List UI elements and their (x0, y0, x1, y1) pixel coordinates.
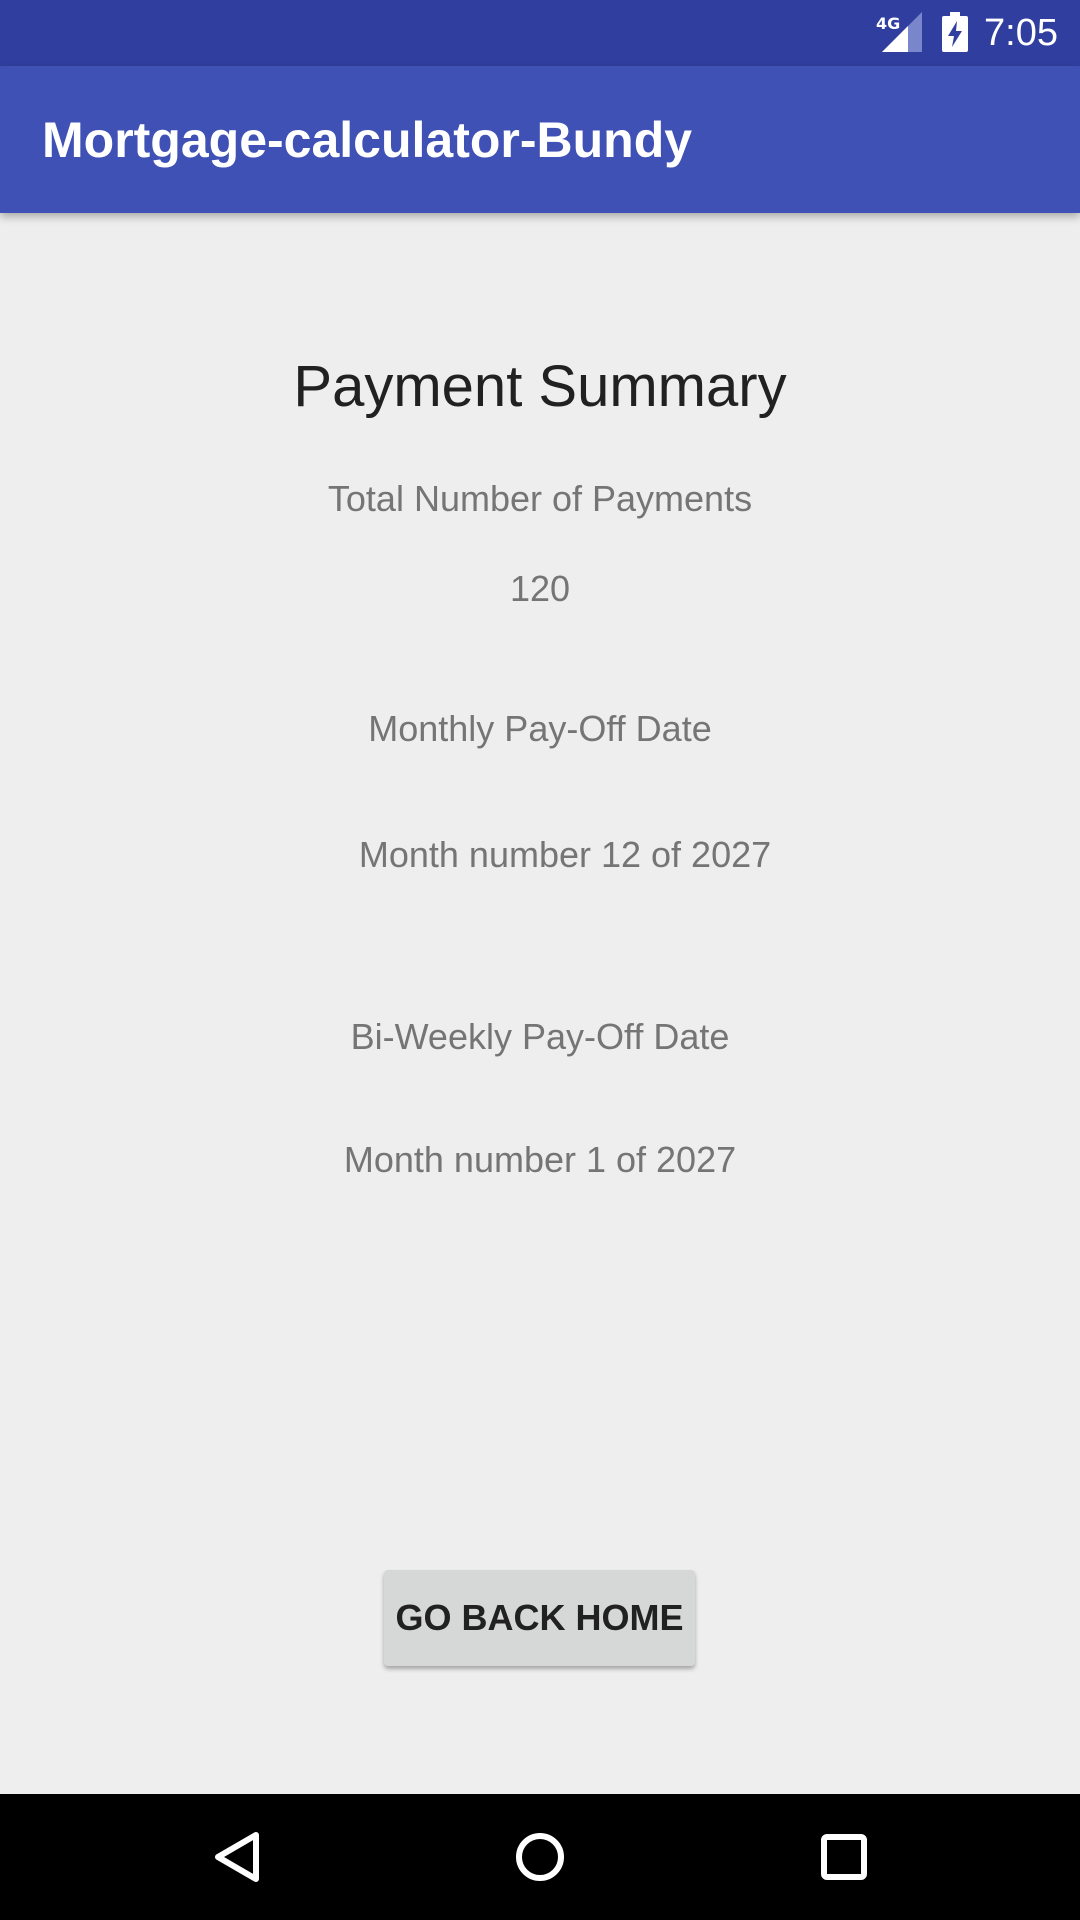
monthly-payoff-label: Monthly Pay-Off Date (368, 708, 712, 749)
total-payments-label: Total Number of Payments (327, 478, 753, 519)
biweekly-payoff-label: Bi-Weekly Pay-Off Date (350, 1016, 730, 1057)
app-title: Mortgage-calculator-Bundy (42, 112, 693, 168)
biweekly-payoff-value: Month number 1 of 2027 (343, 1139, 737, 1180)
monthly-payoff-value: Month number 12 of 2027 (358, 834, 772, 875)
battery-charging-icon (942, 12, 968, 52)
recents-icon[interactable] (809, 1822, 879, 1892)
total-payments-value: 120 (509, 568, 571, 609)
status-clock: 7:05 (984, 12, 1058, 54)
navigation-bar (0, 1794, 1080, 1920)
home-icon[interactable] (505, 1822, 575, 1892)
signal-icon (882, 12, 922, 52)
status-bar: 4G 7:05 (0, 0, 1080, 66)
go-back-home-button[interactable]: GO BACK HOME (384, 1570, 695, 1666)
page-title: Payment Summary (293, 354, 787, 419)
back-icon[interactable] (202, 1822, 272, 1892)
app-bar: Mortgage-calculator-Bundy (0, 66, 1080, 213)
